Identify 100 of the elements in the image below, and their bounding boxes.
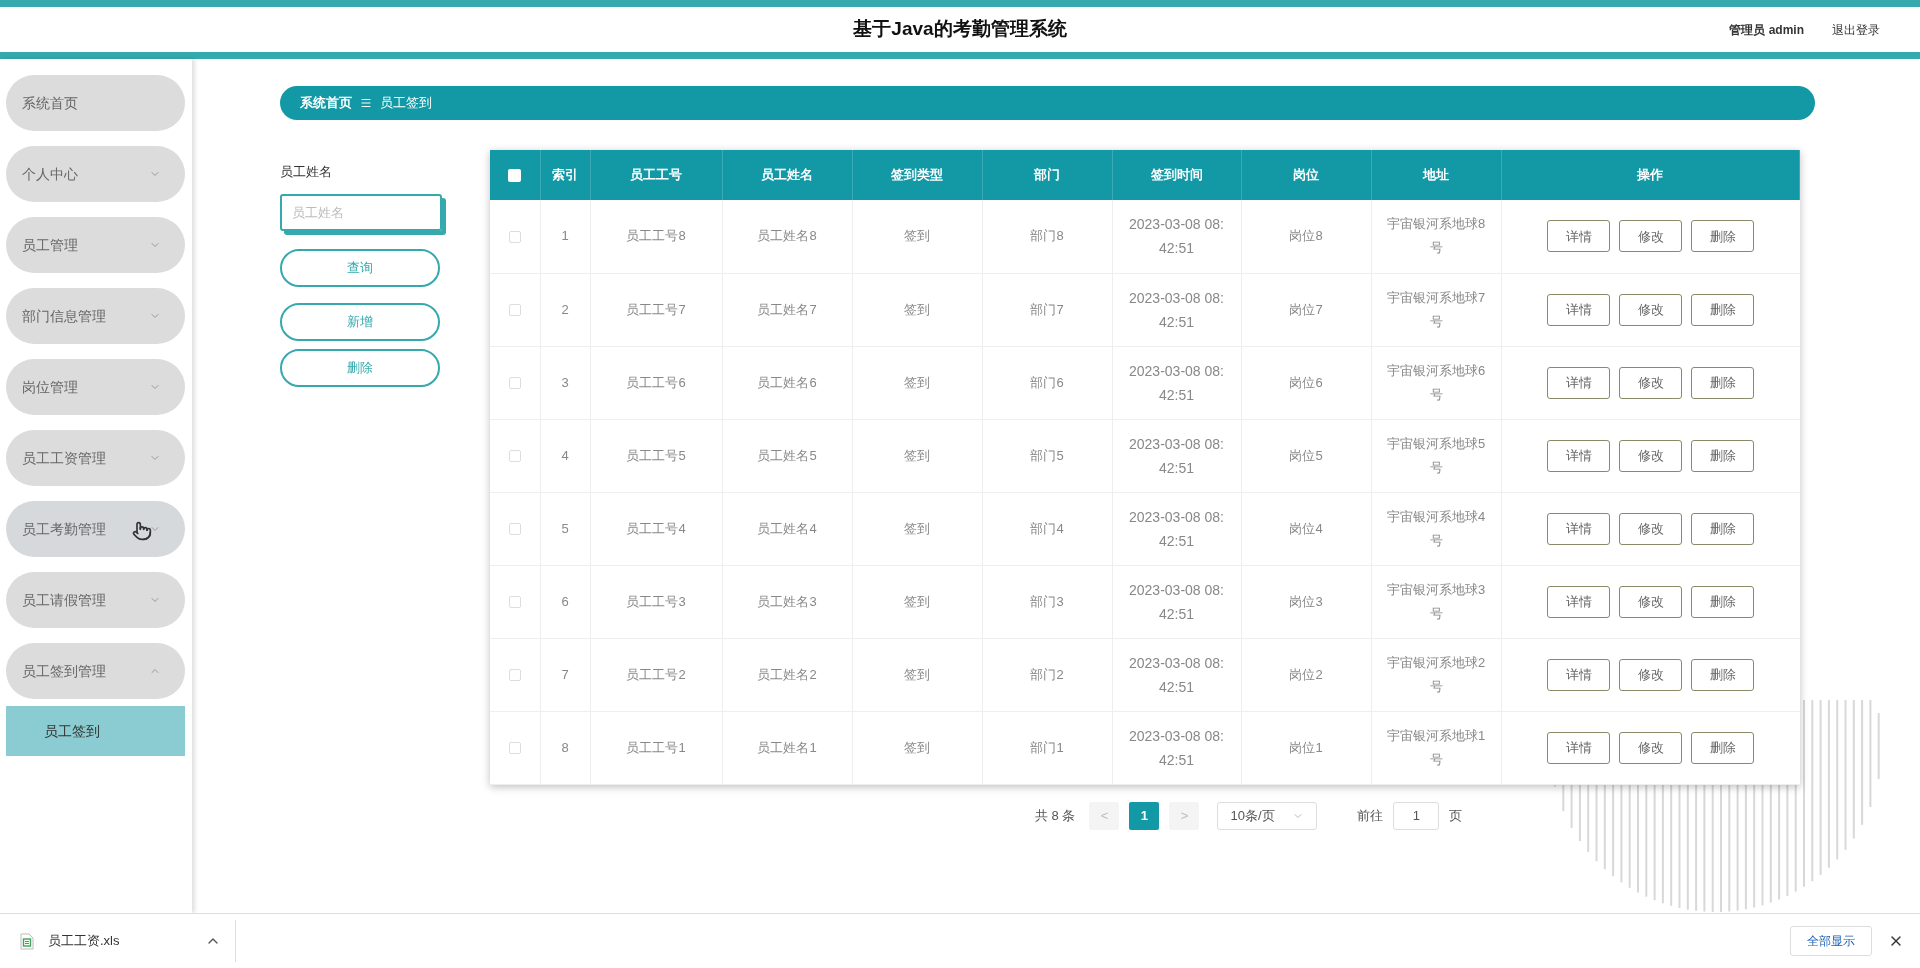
- table-cell: 2023-03-08 08:42:51: [1129, 581, 1224, 622]
- edit-button[interactable]: 修改: [1619, 366, 1682, 399]
- total-count: 共 8 条: [1035, 806, 1076, 825]
- row-delete-button[interactable]: 删除: [1691, 731, 1754, 764]
- table-cell: 1: [561, 228, 569, 244]
- table-cell: 员工工号6: [626, 374, 686, 390]
- edit-button[interactable]: 修改: [1619, 293, 1682, 326]
- table-cell: 宇宙银河系地球4号: [1386, 508, 1486, 548]
- edit-button[interactable]: 修改: [1619, 439, 1682, 472]
- table-cell: 宇宙银河系地球5号: [1386, 435, 1486, 475]
- edit-button[interactable]: 修改: [1619, 658, 1682, 691]
- table-cell: 2023-03-08 08:42:51: [1129, 654, 1224, 695]
- detail-button[interactable]: 详情: [1547, 293, 1610, 326]
- detail-button[interactable]: 详情: [1547, 220, 1610, 253]
- row-delete-button[interactable]: 删除: [1691, 585, 1754, 618]
- table-cell: 签到: [904, 593, 930, 609]
- sidebar-item[interactable]: 员工签到管理: [6, 643, 185, 699]
- row-checkbox[interactable]: [508, 523, 521, 536]
- page-unit-label: 页: [1449, 806, 1463, 825]
- page-button[interactable]: 1: [1129, 801, 1160, 830]
- separator-icon: [360, 97, 372, 109]
- detail-button[interactable]: 详情: [1547, 512, 1610, 545]
- row-checkbox[interactable]: [508, 304, 521, 317]
- column-header: 操作: [1637, 167, 1664, 183]
- table-cell: 签到: [904, 520, 930, 536]
- row-checkbox[interactable]: [508, 450, 521, 463]
- table-cell: 员工姓名4: [757, 520, 817, 536]
- sidebar-item[interactable]: 部门信息管理: [6, 288, 185, 344]
- sidebar-item[interactable]: 员工请假管理: [6, 572, 185, 628]
- table-cell: 员工工号5: [626, 447, 686, 463]
- sidebar-item[interactable]: 员工考勤管理: [6, 501, 185, 557]
- table-cell: 签到: [904, 301, 930, 317]
- row-checkbox[interactable]: [508, 377, 521, 390]
- table-cell: 宇宙银河系地球3号: [1386, 581, 1486, 621]
- field-label: 员工姓名: [280, 163, 333, 181]
- table-cell: 2023-03-08 08:42:51: [1129, 508, 1224, 549]
- table-cell: 3: [561, 374, 569, 390]
- breadcrumb-home[interactable]: 系统首页: [300, 93, 352, 113]
- row-delete-button[interactable]: 删除: [1691, 658, 1754, 691]
- row-checkbox[interactable]: [508, 742, 521, 755]
- table-cell: 员工姓名1: [757, 739, 817, 755]
- table-cell: 员工工号1: [626, 739, 686, 755]
- table-cell: 2023-03-08 08:42:51: [1129, 289, 1224, 330]
- row-delete-button[interactable]: 删除: [1691, 293, 1754, 326]
- edit-button[interactable]: 修改: [1619, 512, 1682, 545]
- table-cell: 岗位6: [1289, 374, 1323, 390]
- table-cell: 宇宙银河系地球1号: [1386, 727, 1486, 767]
- table-cell: 岗位8: [1289, 228, 1323, 244]
- table-cell: 宇宙银河系地球2号: [1386, 654, 1486, 694]
- sidebar-item[interactable]: 系统首页: [6, 75, 185, 131]
- row-checkbox[interactable]: [508, 231, 521, 244]
- download-file-name[interactable]: 员工工资.xls: [48, 931, 120, 951]
- app-title: 基于Java的考勤管理系统: [853, 17, 1067, 42]
- detail-button[interactable]: 详情: [1547, 731, 1610, 764]
- breadcrumb-current[interactable]: 员工签到: [380, 93, 432, 113]
- table-cell: 员工姓名5: [757, 447, 817, 463]
- row-delete-button[interactable]: 删除: [1691, 220, 1754, 253]
- sidebar-item[interactable]: 岗位管理: [6, 359, 185, 415]
- table-cell: 6: [561, 593, 569, 609]
- table-cell: 部门5: [1030, 447, 1064, 463]
- table-cell: 员工工号8: [626, 228, 686, 244]
- page-size-select[interactable]: 10条/页: [1217, 801, 1318, 830]
- column-header: 签到类型: [891, 167, 943, 183]
- spreadsheet-file-icon: [20, 932, 34, 950]
- table-cell: 签到: [904, 228, 930, 244]
- edit-button[interactable]: 修改: [1619, 220, 1682, 253]
- row-delete-button[interactable]: 删除: [1691, 439, 1754, 472]
- row-delete-button[interactable]: 删除: [1691, 512, 1754, 545]
- table-cell: 部门8: [1030, 228, 1064, 244]
- logout-link[interactable]: 退出登录: [1832, 20, 1880, 39]
- table-cell: 员工姓名7: [757, 301, 817, 317]
- row-delete-button[interactable]: 删除: [1691, 366, 1754, 399]
- select-all-checkbox[interactable]: [508, 169, 522, 183]
- column-header: 签到时间: [1150, 167, 1203, 183]
- row-checkbox[interactable]: [508, 669, 521, 682]
- sidebar-item[interactable]: 个人中心: [6, 146, 185, 202]
- show-all-button[interactable]: 全部显示: [1790, 926, 1872, 956]
- table-cell: 宇宙银河系地球8号: [1386, 216, 1486, 256]
- goto-page-field[interactable]: 1: [1393, 801, 1440, 830]
- table-cell: 签到: [904, 447, 930, 463]
- edit-button[interactable]: 修改: [1619, 731, 1682, 764]
- detail-button[interactable]: 详情: [1547, 658, 1610, 691]
- table-cell: 部门7: [1030, 301, 1064, 317]
- sidebar-subitem[interactable]: 员工签到: [6, 706, 185, 756]
- table-cell: 5: [561, 520, 569, 536]
- table-cell: 签到: [904, 374, 930, 390]
- table-cell: 岗位4: [1289, 520, 1323, 536]
- detail-button[interactable]: 详情: [1547, 585, 1610, 618]
- table-cell: 岗位7: [1289, 301, 1323, 317]
- table-cell: 员工姓名6: [757, 374, 817, 390]
- column-header: 员工工号: [630, 167, 682, 183]
- edit-button[interactable]: 修改: [1619, 585, 1682, 618]
- table-cell: 签到: [904, 666, 930, 682]
- table-cell: 2023-03-08 08:42:51: [1129, 727, 1224, 768]
- table-cell: 2: [561, 301, 569, 317]
- sidebar-item[interactable]: 员工工资管理: [6, 430, 185, 486]
- detail-button[interactable]: 详情: [1547, 366, 1610, 399]
- sidebar-item[interactable]: 员工管理: [6, 217, 185, 273]
- detail-button[interactable]: 详情: [1547, 439, 1610, 472]
- row-checkbox[interactable]: [508, 596, 521, 609]
